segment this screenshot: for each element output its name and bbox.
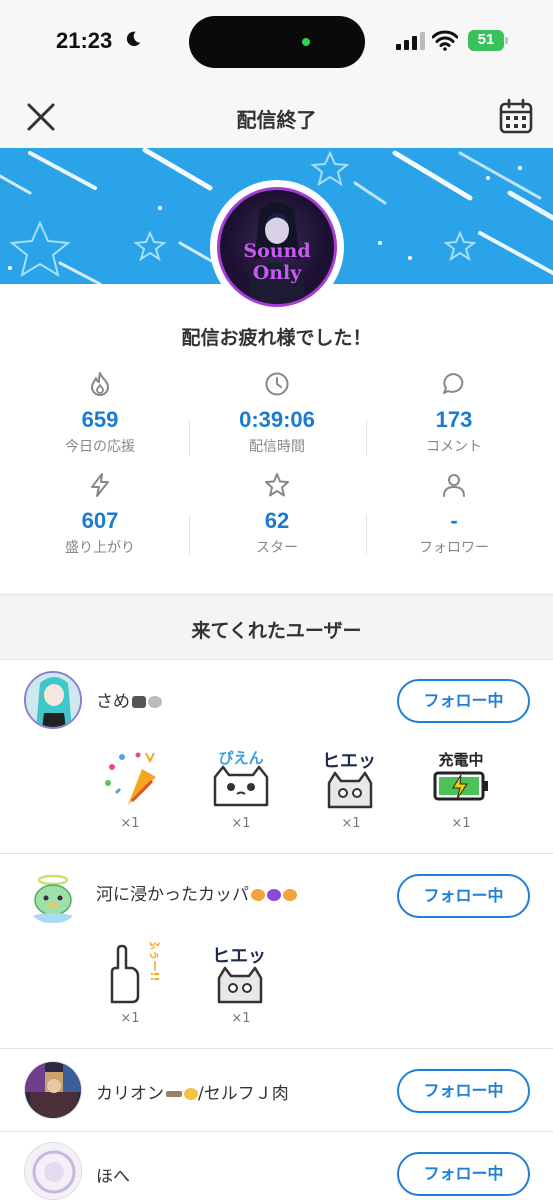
flame-icon bbox=[91, 372, 109, 396]
fuu-hand-icon: ふぅー!! bbox=[110, 942, 161, 1004]
battery-level: 51 bbox=[477, 31, 495, 48]
user-name-text: さめ bbox=[96, 692, 130, 712]
wifi-icon bbox=[432, 30, 458, 51]
user-name: カリオン/セルフＪ肉 bbox=[96, 1079, 289, 1104]
user-avatar[interactable] bbox=[24, 1061, 82, 1119]
divider bbox=[366, 515, 367, 555]
clock-icon bbox=[265, 372, 289, 396]
sticker-count: ×1 bbox=[451, 816, 471, 831]
user-row: カリオン/セルフＪ肉 フォロー中 bbox=[0, 1049, 553, 1131]
lightning-icon bbox=[91, 473, 109, 497]
charging-battery-icon: 充電中 bbox=[433, 751, 488, 801]
stat-duration: 0:39:06 配信時間 bbox=[197, 371, 357, 456]
hie-cat-icon: ヒエッ bbox=[322, 751, 376, 809]
comment-icon bbox=[443, 373, 464, 394]
status-bar: 21:23 51 bbox=[0, 0, 553, 86]
sticker-item: ぴえん ×1 bbox=[201, 747, 281, 831]
avatar-text-1: Sound bbox=[243, 240, 311, 262]
sticker-label: ぴえん bbox=[218, 749, 263, 767]
divider bbox=[189, 420, 190, 456]
user-name: さめ bbox=[96, 687, 162, 712]
visitors-section-header: 来てくれたユーザー bbox=[0, 594, 553, 660]
coin-emoji-icon bbox=[184, 1088, 198, 1100]
stat-value: 0:39:06 bbox=[239, 407, 315, 432]
user-name-text: カリオン bbox=[96, 1084, 164, 1104]
user-avatar[interactable] bbox=[24, 671, 82, 729]
stat-label: 配信時間 bbox=[249, 439, 305, 455]
sticker-count: ×1 bbox=[231, 1011, 251, 1026]
hie-cat-icon: ヒエッ bbox=[212, 946, 266, 1004]
battery-icon: 51 bbox=[468, 30, 508, 51]
avatar-text-2: Only bbox=[252, 262, 302, 284]
user-name-text: 河に浸かったカッパ bbox=[96, 885, 249, 905]
sticker-item: 充電中 ×1 bbox=[421, 747, 501, 831]
user-name-suffix: /セルフＪ肉 bbox=[198, 1084, 289, 1104]
stat-label: コメント bbox=[426, 439, 482, 455]
follow-button[interactable]: フォロー中 bbox=[397, 679, 530, 723]
signal-icon bbox=[396, 32, 425, 50]
croissant-emoji-icon bbox=[283, 889, 297, 901]
divider bbox=[189, 515, 190, 555]
shark-emoji-icon bbox=[132, 696, 146, 708]
user-row: ほへ フォロー中 bbox=[0, 1132, 553, 1200]
cloud-emoji-icon bbox=[148, 696, 162, 708]
user-avatar[interactable] bbox=[24, 1142, 82, 1200]
thanks-message: 配信お疲れ様でした！ bbox=[181, 327, 372, 349]
moon-icon bbox=[126, 31, 141, 47]
star-icon bbox=[265, 473, 289, 497]
sticker-label: ふぅー!! bbox=[148, 942, 161, 982]
sticker-label: ヒエッ bbox=[322, 751, 376, 772]
stat-excitement: 607 盛り上がり bbox=[20, 472, 180, 557]
stat-value: 659 bbox=[81, 407, 119, 432]
follow-button[interactable]: フォロー中 bbox=[397, 1152, 530, 1196]
dynamic-island bbox=[189, 16, 365, 68]
streamer-avatar: Sound Only bbox=[210, 180, 344, 314]
stat-comments: 173 コメント bbox=[374, 371, 534, 456]
user-row: 河に浸かったカッパ フォロー中 ふぅー!! ×1 ヒエッ ×1 bbox=[0, 854, 553, 1048]
croissant-emoji-icon bbox=[251, 889, 265, 901]
stat-followers: - フォロワー bbox=[374, 472, 534, 557]
sticker-item: ×1 bbox=[90, 747, 170, 831]
person-icon bbox=[443, 474, 465, 497]
section-title: 来てくれたユーザー bbox=[191, 620, 362, 642]
stat-value: 607 bbox=[81, 508, 119, 533]
stat-value: 62 bbox=[264, 508, 290, 533]
sticker-count: ×1 bbox=[231, 816, 251, 831]
nav-header: 配信終了 bbox=[0, 86, 553, 148]
page-title: 配信終了 bbox=[236, 108, 317, 132]
sticker-label: ヒエッ bbox=[212, 946, 266, 967]
pien-cat-icon: ぴえん bbox=[213, 749, 269, 807]
party-popper-icon bbox=[105, 752, 156, 805]
sticker-count: ×1 bbox=[120, 1011, 140, 1026]
sticker-count: ×1 bbox=[120, 816, 140, 831]
follow-button[interactable]: フォロー中 bbox=[397, 1069, 530, 1113]
divider bbox=[366, 420, 367, 456]
sticker-label: 充電中 bbox=[438, 751, 483, 769]
stat-label: スター bbox=[256, 540, 298, 556]
sticker-count: ×1 bbox=[341, 816, 361, 831]
sticker-item: ふぅー!! ×1 bbox=[90, 942, 170, 1026]
stat-label: フォロワー bbox=[419, 540, 489, 556]
sticker-item: ヒエッ ×1 bbox=[201, 942, 281, 1026]
user-avatar[interactable] bbox=[24, 866, 82, 924]
avatar-image: Sound Only bbox=[217, 187, 337, 307]
devil-emoji-icon bbox=[267, 889, 281, 901]
stat-stars: 62 スター bbox=[197, 472, 357, 557]
stat-value: 173 bbox=[435, 407, 473, 432]
camera-indicator-icon bbox=[302, 38, 310, 46]
sticker-item: ヒエッ ×1 bbox=[311, 747, 391, 831]
stat-label: 今日の応援 bbox=[65, 439, 135, 455]
stat-value: - bbox=[450, 508, 458, 533]
stat-support: 659 今日の応援 bbox=[20, 371, 180, 456]
user-name: 河に浸かったカッパ bbox=[96, 880, 297, 905]
stat-label: 盛り上がり bbox=[65, 540, 135, 556]
follow-button[interactable]: フォロー中 bbox=[397, 874, 530, 918]
calendar-icon[interactable] bbox=[499, 98, 533, 134]
user-row: さめ フォロー中 ×1 ぴえん ×1 ヒエッ ×1 充電中 ×1 bbox=[0, 661, 553, 853]
user-name: ほへ bbox=[96, 1167, 130, 1187]
status-time: 21:23 bbox=[56, 28, 113, 53]
sword-emoji-icon bbox=[166, 1091, 182, 1097]
